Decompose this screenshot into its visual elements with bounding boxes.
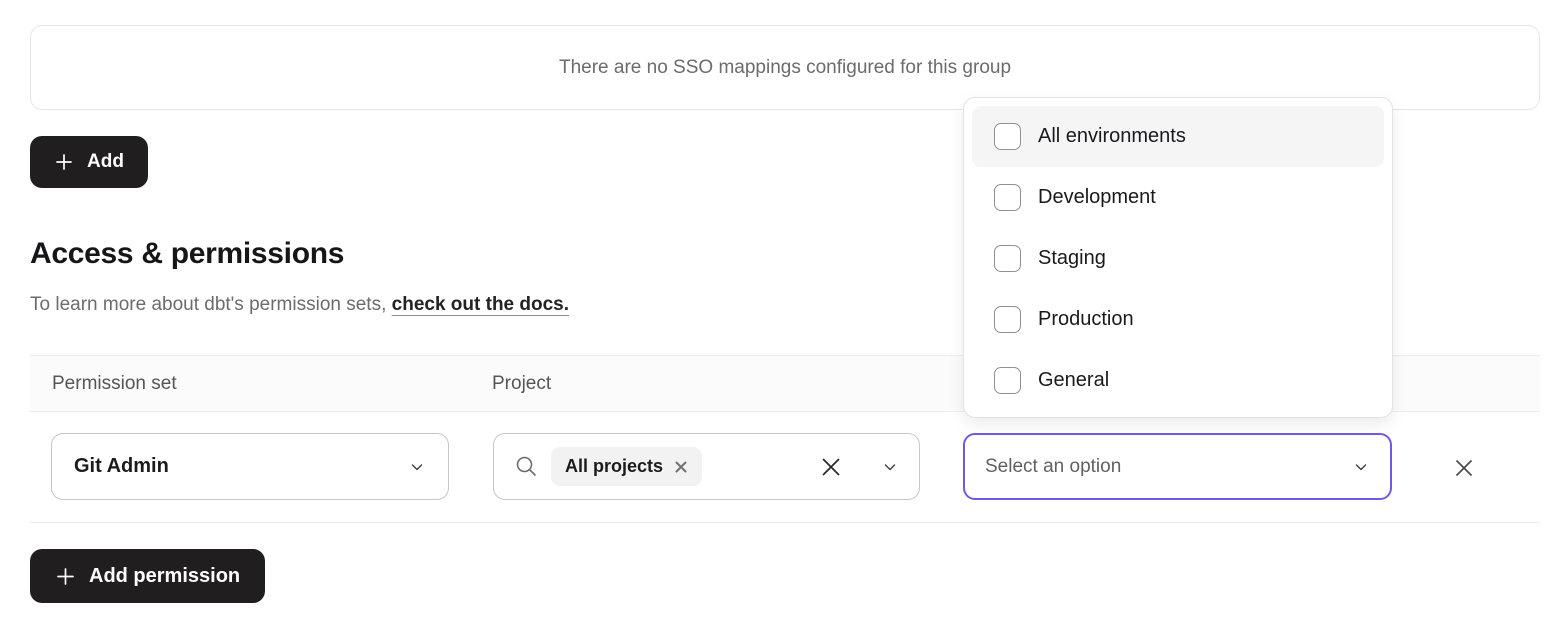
environment-option-label: Staging: [1038, 247, 1106, 270]
search-icon: [514, 454, 539, 479]
docs-link[interactable]: check out the docs.: [392, 294, 569, 315]
environment-option-label: All environments: [1038, 125, 1186, 148]
page-title: Access & permissions: [30, 237, 344, 271]
add-permission-button[interactable]: Add permission: [30, 549, 265, 603]
project-multiselect[interactable]: All projects: [493, 433, 920, 500]
environment-option-label: Development: [1038, 186, 1156, 209]
environment-option-label: General: [1038, 369, 1109, 392]
environment-options-dropdown: All environments Development Staging Pro…: [963, 97, 1393, 418]
environment-option[interactable]: Staging: [972, 228, 1384, 289]
checkbox-icon[interactable]: [994, 306, 1021, 333]
permission-set-select[interactable]: Git Admin: [51, 433, 449, 500]
project-chip-label: All projects: [565, 456, 663, 477]
remove-permission-row-icon[interactable]: [1450, 454, 1478, 482]
chip-remove-icon[interactable]: [674, 460, 688, 474]
chevron-down-icon: [408, 458, 426, 476]
permission-set-value: Git Admin: [74, 455, 169, 478]
environment-option-label: Production: [1038, 308, 1134, 331]
plus-icon: [54, 152, 74, 172]
column-header-permission-set: Permission set: [52, 356, 177, 411]
clear-selection-icon[interactable]: [819, 455, 843, 479]
environment-select[interactable]: Select an option: [963, 433, 1392, 500]
row-divider: [30, 522, 1540, 523]
checkbox-icon[interactable]: [994, 367, 1021, 394]
checkbox-icon[interactable]: [994, 123, 1021, 150]
environment-option[interactable]: Development: [972, 167, 1384, 228]
add-sso-mapping-button[interactable]: Add: [30, 136, 148, 188]
checkbox-icon[interactable]: [994, 184, 1021, 211]
column-header-project: Project: [492, 356, 551, 411]
environment-option[interactable]: Production: [972, 289, 1384, 350]
group-settings-page: There are no SSO mappings configured for…: [0, 0, 1560, 628]
add-permission-label: Add permission: [89, 565, 240, 588]
section-subtitle: To learn more about dbt's permission set…: [30, 294, 569, 316]
environment-option[interactable]: General: [972, 350, 1384, 411]
environment-placeholder: Select an option: [985, 456, 1121, 478]
environment-option[interactable]: All environments: [972, 106, 1384, 167]
chevron-down-icon[interactable]: [881, 458, 899, 476]
checkbox-icon[interactable]: [994, 245, 1021, 272]
project-chip[interactable]: All projects: [551, 447, 702, 486]
plus-icon: [55, 566, 76, 587]
sso-empty-text: There are no SSO mappings configured for…: [559, 57, 1011, 79]
chevron-down-icon: [1352, 458, 1370, 476]
add-button-label: Add: [87, 151, 124, 173]
subtitle-text: To learn more about dbt's permission set…: [30, 294, 392, 315]
